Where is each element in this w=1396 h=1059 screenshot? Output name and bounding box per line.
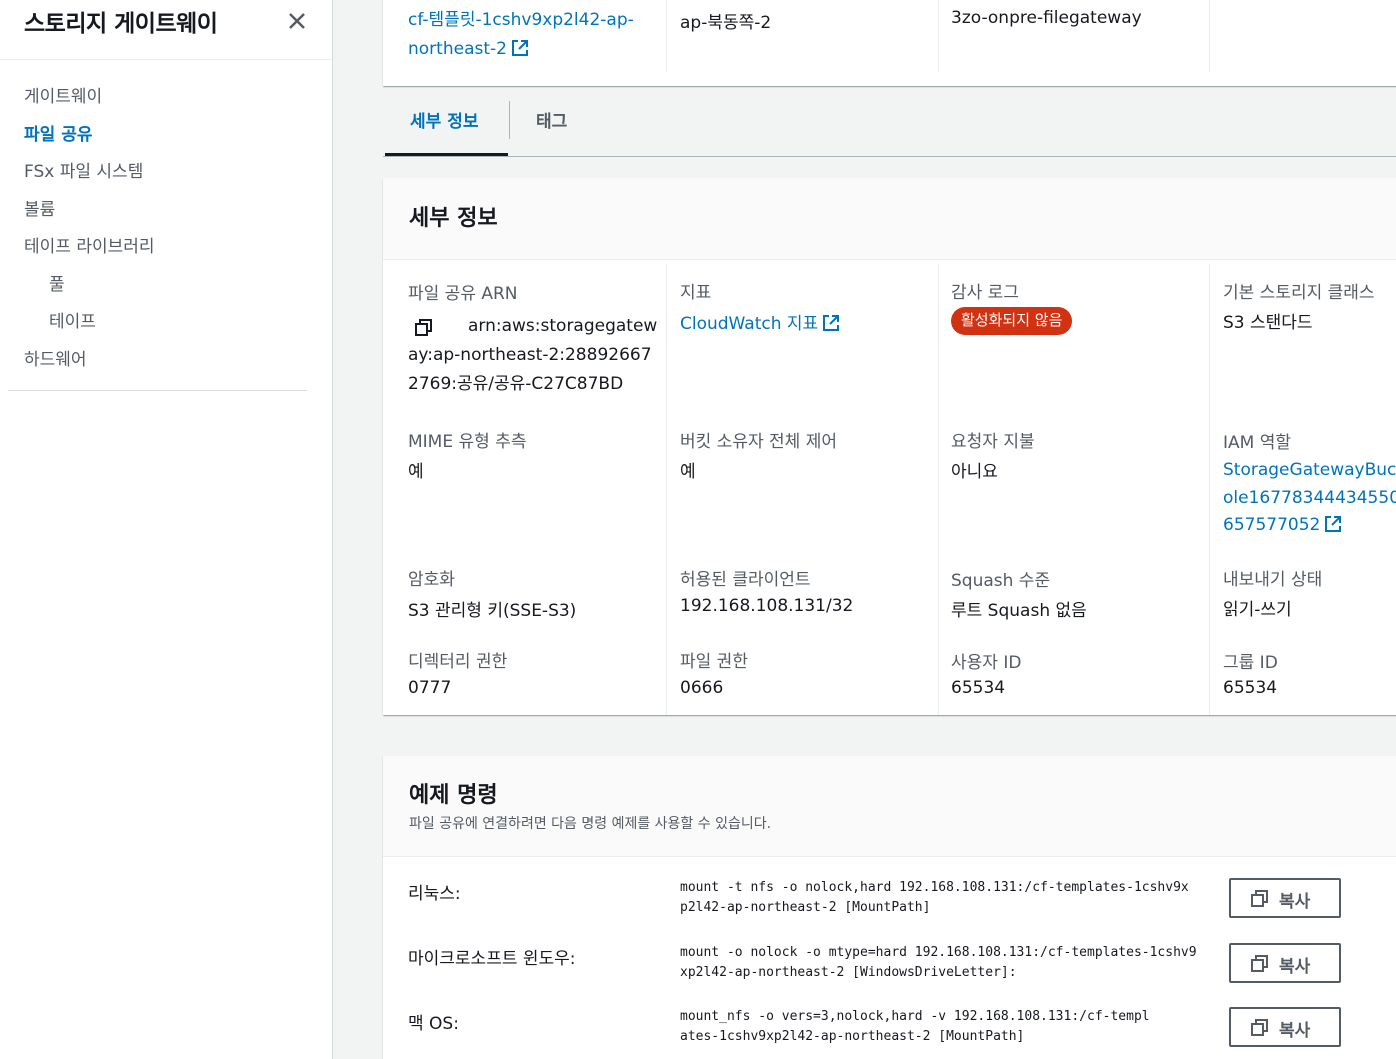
- arn-value: arn:aws:storagegateway:ap-northeast-2:28…: [408, 316, 658, 394]
- sidebar-item-fsx-file-systems[interactable]: FSx 파일 시스템: [0, 157, 332, 195]
- storage-class-value: S3 스탠다드: [1223, 313, 1313, 333]
- tab-tags[interactable]: 태그: [536, 107, 567, 132]
- column-divider: [666, 0, 667, 72]
- copy-icon: [1251, 955, 1268, 972]
- column-divider: [1209, 264, 1210, 715]
- external-link-icon: [1325, 516, 1342, 532]
- column-divider: [1209, 0, 1210, 72]
- tab-bar: 세부 정보 태그: [383, 87, 1396, 157]
- group-id-label: 그룹 ID: [1223, 653, 1278, 673]
- copy-windows-button[interactable]: 복사: [1229, 943, 1341, 983]
- details-card: 세부 정보 파일 공유 ARN arn:aws:storagegateway:a…: [383, 178, 1396, 715]
- external-link-icon: [511, 40, 528, 56]
- summary-card: cf-템플릿-1cshv9xp2l42-ap- northeast-2 ap-북…: [383, 0, 1396, 86]
- sidebar-nav: 게이트웨이 파일 공유 FSx 파일 시스템 볼륨 테이프 라이브러리 풀 테이…: [0, 60, 332, 391]
- sidebar-item-file-shares[interactable]: 파일 공유: [0, 120, 332, 158]
- requester-pays-label: 요청자 지불: [951, 432, 1035, 452]
- column-divider: [938, 0, 939, 72]
- linux-command: mount -t nfs -o nolock,hard 192.168.108.…: [680, 880, 1189, 915]
- bucket-owner-label: 버킷 소유자 전체 제어: [680, 432, 837, 452]
- copy-icon: [1251, 890, 1268, 907]
- macos-command: mount_nfs -o vers=3,nolock,hard -v 192.1…: [680, 1009, 1150, 1044]
- windows-command: mount -o nolock -o mtype=hard 192.168.10…: [680, 945, 1197, 980]
- sidebar-divider: [8, 390, 307, 391]
- sidebar-item-pools[interactable]: 풀: [0, 270, 332, 308]
- user-id-value: 65534: [951, 678, 1006, 698]
- sidebar-item-tape-library[interactable]: 테이프 라이브러리: [0, 232, 332, 270]
- details-header: 세부 정보: [383, 178, 1396, 260]
- storage-class-label: 기본 스토리지 클래스: [1223, 283, 1375, 303]
- close-icon[interactable]: [284, 8, 310, 34]
- examples-title: 예제 명령: [409, 783, 498, 808]
- column-divider: [666, 264, 667, 715]
- audit-log-label: 감사 로그: [951, 283, 1019, 303]
- sidebar-item-volumes[interactable]: 볼륨: [0, 195, 332, 233]
- mime-value: 예: [408, 462, 424, 482]
- examples-subtitle: 파일 공유에 연결하려면 다음 명령 예제를 사용할 수 있습니다.: [409, 816, 772, 832]
- sidebar-item-tapes[interactable]: 테이프: [0, 307, 332, 345]
- bucket-owner-value: 예: [680, 462, 696, 482]
- export-status-label: 내보내기 상태: [1223, 570, 1323, 590]
- gateway-link[interactable]: 3zo-onpre-filegateway: [951, 8, 1142, 28]
- column-divider: [938, 264, 939, 715]
- side-navigation: 스토리지 게이트웨이 게이트웨이 파일 공유 FSx 파일 시스템 볼륨 테이프…: [0, 0, 333, 1059]
- encryption-value: S3 관리형 키(SSE-S3): [408, 601, 577, 621]
- macos-label: 맥 OS:: [408, 1014, 459, 1034]
- examples-header: 예제 명령 파일 공유에 연결하려면 다음 명령 예제를 사용할 수 있습니다.: [383, 756, 1396, 857]
- copy-linux-button[interactable]: 복사: [1229, 878, 1341, 918]
- file-permissions-label: 파일 권한: [680, 652, 748, 672]
- encryption-label: 암호화: [408, 570, 455, 590]
- example-commands-card: 예제 명령 파일 공유에 연결하려면 다음 명령 예제를 사용할 수 있습니다.…: [383, 756, 1396, 1059]
- squash-value: 루트 Squash 없음: [951, 601, 1087, 621]
- cloudwatch-link[interactable]: CloudWatch 지표: [680, 309, 840, 334]
- tab-divider: [509, 101, 510, 139]
- windows-label: 마이크로소프트 윈도우:: [408, 949, 576, 969]
- allowed-clients-label: 허용된 클라이언트: [680, 570, 811, 590]
- sidebar-title: 스토리지 게이트웨이: [24, 11, 218, 37]
- directory-permissions-label: 디렉터리 권한: [408, 652, 508, 672]
- status-badge: 활성화되지 않음: [951, 307, 1073, 335]
- sidebar-header: 스토리지 게이트웨이: [0, 0, 332, 60]
- tab-details[interactable]: 세부 정보: [410, 107, 478, 132]
- sidebar-item-hardware[interactable]: 하드웨어: [0, 345, 332, 383]
- copy-macos-button[interactable]: 복사: [1229, 1007, 1341, 1047]
- squash-label: Squash 수준: [951, 571, 1051, 591]
- file-permissions-value: 0666: [680, 678, 724, 698]
- details-title: 세부 정보: [409, 206, 498, 231]
- metrics-label: 지표: [680, 283, 712, 303]
- arn-label: 파일 공유 ARN: [408, 284, 518, 304]
- iam-role-label: IAM 역할: [1223, 433, 1291, 453]
- region-value: ap-북동쪽-2: [680, 13, 772, 33]
- requester-pays-value: 아니요: [951, 462, 998, 482]
- directory-permissions-value: 0777: [408, 678, 452, 698]
- iam-role-link[interactable]: StorageGatewayBucke ole16778344434550. 6…: [1223, 457, 1396, 540]
- linux-label: 리눅스:: [408, 884, 461, 904]
- mime-label: MIME 유형 추측: [408, 432, 527, 452]
- external-link-icon: [823, 315, 840, 331]
- copy-icon: [1251, 1019, 1268, 1036]
- export-status-value: 읽기-쓰기: [1223, 600, 1292, 620]
- user-id-label: 사용자 ID: [951, 653, 1022, 673]
- active-tab-indicator: [385, 153, 508, 156]
- group-id-value: 65534: [1223, 678, 1278, 698]
- sidebar-item-gateways[interactable]: 게이트웨이: [0, 82, 332, 120]
- bucket-link[interactable]: cf-템플릿-1cshv9xp2l42-ap- northeast-2: [408, 6, 634, 64]
- allowed-clients-value: 192.168.108.131/32: [680, 596, 854, 616]
